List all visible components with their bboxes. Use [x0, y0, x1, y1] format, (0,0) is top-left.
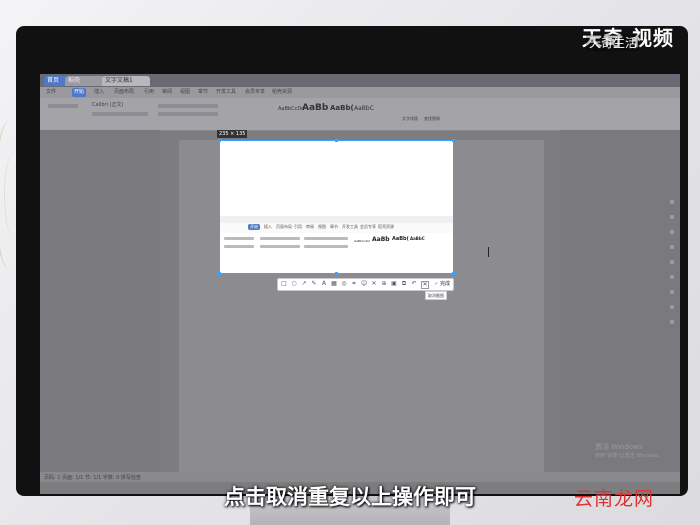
- side-tool-icon[interactable]: [670, 290, 674, 294]
- font-format-group[interactable]: [92, 112, 148, 116]
- tab-document[interactable]: 文字文稿1: [102, 76, 150, 86]
- screen: 首页 稻壳 文字文稿1 文件 开始 插入 页面布局 引用 审阅 视图 章节 开发…: [40, 74, 680, 494]
- style-heading1[interactable]: AaBb: [302, 103, 328, 113]
- mosaic-icon[interactable]: ▦: [331, 281, 337, 287]
- side-tool-icon[interactable]: [670, 245, 674, 249]
- captured-ribbon-block: [304, 245, 348, 248]
- arrow-icon[interactable]: ↗: [301, 281, 307, 287]
- selection-handle[interactable]: [335, 272, 338, 275]
- captured-menu-item: 开始: [248, 224, 260, 230]
- check-icon: ✓: [434, 281, 439, 287]
- captured-menu-item: 稻壳资源: [378, 224, 394, 229]
- blur-icon[interactable]: ◎: [341, 281, 347, 287]
- captured-menu-item: 会员专享: [360, 224, 376, 229]
- captured-menu-item: 视图: [318, 224, 326, 229]
- side-tool-icon[interactable]: [670, 215, 674, 219]
- status-text: 页码: 1 页面: 1/1 节: 1/1 字数: 0 拼写检查: [44, 475, 141, 481]
- side-tool-icon[interactable]: [670, 260, 674, 264]
- captured-menu: 开始 插入 页面布局 引用 审阅 视图 章节 开发工具 会员专享 稻壳资源: [220, 223, 453, 233]
- sticker-icon[interactable]: ☺: [361, 281, 367, 287]
- captured-menu-item: 引用: [294, 224, 302, 229]
- menu-member[interactable]: 会员专享: [245, 88, 265, 97]
- menu-section[interactable]: 章节: [198, 88, 208, 97]
- captured-ribbon-block: [260, 237, 300, 240]
- brand-sub-watermark: 天奇生活: [586, 34, 641, 51]
- text-icon[interactable]: A: [321, 281, 327, 287]
- side-tool-icon[interactable]: [670, 200, 674, 204]
- selection-handle[interactable]: [335, 139, 338, 142]
- captured-style: AaBb(: [392, 236, 409, 242]
- side-tool-icon[interactable]: [670, 230, 674, 234]
- style-heading3[interactable]: AaBbC: [354, 105, 374, 112]
- monitor: 首页 稻壳 文字文稿1 文件 开始 插入 页面布局 引用 审阅 视图 章节 开发…: [16, 26, 688, 496]
- left-gutter: [40, 130, 160, 472]
- screenshot-selection[interactable]: 开始 插入 页面布局 引用 审阅 视图 章节 开发工具 会员专享 稻壳资源 Aa…: [219, 140, 454, 274]
- menu-dev[interactable]: 开发工具: [216, 88, 236, 97]
- clipboard-group[interactable]: [48, 104, 78, 108]
- cancel-icon[interactable]: ✕: [421, 281, 429, 289]
- menu-start[interactable]: 开始: [72, 88, 87, 97]
- save-icon[interactable]: ▣: [391, 281, 397, 287]
- style-heading2[interactable]: AaBb(: [330, 104, 354, 112]
- side-tool-icon[interactable]: [670, 275, 674, 279]
- menu-view[interactable]: 视图: [180, 88, 190, 97]
- done-button[interactable]: ✓ 完成: [434, 280, 450, 288]
- captured-style: AaBb: [372, 236, 390, 243]
- captured-menu-item: 插入: [264, 224, 272, 229]
- menu-file[interactable]: 文件: [46, 88, 56, 97]
- selection-handle[interactable]: [218, 139, 221, 142]
- cross-icon[interactable]: ✕: [371, 281, 377, 287]
- selection-handle[interactable]: [452, 272, 455, 275]
- side-tool-icon[interactable]: [670, 305, 674, 309]
- copy-icon[interactable]: ⧉: [401, 281, 407, 287]
- undo-icon[interactable]: ↶: [411, 281, 417, 287]
- activate-windows-title: 激活 Windows: [595, 443, 643, 451]
- pin-icon[interactable]: ⊕: [381, 281, 387, 287]
- menu-review[interactable]: 审阅: [162, 88, 172, 97]
- style-normal[interactable]: AaBbCcDd: [278, 106, 304, 112]
- menu-docer[interactable]: 稻壳资源: [272, 88, 292, 97]
- find-replace-button[interactable]: 查找替换: [424, 116, 440, 122]
- captured-menu-item: 审阅: [306, 224, 314, 229]
- screenshot-toolbar: □ ○ ↗ ✎ A ▦ ◎ ⌗ ☺ ✕ ⊕ ▣ ⧉ ↶ ✕ ✓ 完成: [277, 278, 454, 291]
- side-toolbar: [670, 200, 676, 335]
- text-layout-button[interactable]: 文字排版: [402, 116, 418, 122]
- site-watermark: 云南龙网: [574, 488, 655, 510]
- pen-icon[interactable]: ✎: [311, 281, 317, 287]
- captured-ribbon-block: [260, 245, 300, 248]
- paragraph-group-2[interactable]: [158, 112, 218, 116]
- menu-layout[interactable]: 页面布局: [114, 88, 134, 97]
- captured-menu-item: 页面布局: [276, 224, 292, 229]
- tab-docer[interactable]: 稻壳: [65, 76, 105, 86]
- selection-size-label: 235 × 135: [217, 130, 248, 138]
- captured-menu-item: 开发工具: [342, 224, 358, 229]
- captured-ribbon-block: [224, 237, 254, 240]
- cancel-tooltip: 取消截图: [425, 291, 447, 300]
- ocr-icon[interactable]: ⌗: [351, 281, 357, 287]
- text-cursor: [488, 247, 489, 257]
- ellipse-icon[interactable]: ○: [291, 281, 297, 287]
- activate-windows-subtitle: 转到"设置"以激活 Windows。: [595, 453, 664, 459]
- paragraph-group[interactable]: [158, 104, 218, 108]
- selection-handle[interactable]: [218, 272, 221, 275]
- font-name-select[interactable]: Calibri (正文): [92, 101, 123, 108]
- done-label: 完成: [439, 281, 450, 287]
- captured-style: AaBbC: [410, 236, 425, 241]
- rect-icon[interactable]: □: [281, 281, 287, 287]
- side-tool-icon[interactable]: [670, 320, 674, 324]
- menu-insert[interactable]: 插入: [94, 88, 104, 97]
- captured-style: AaBbCcDd: [354, 239, 370, 243]
- menu-bar: 文件 开始 插入 页面布局 引用 审阅 视图 章节 开发工具 会员专享 稻壳资源: [40, 87, 680, 98]
- captured-ribbon-block: [304, 237, 348, 240]
- captured-ribbon-block: [224, 245, 254, 248]
- menu-reference[interactable]: 引用: [144, 88, 154, 97]
- ribbon: Calibri (正文) AaBbCcDd AaBb AaBb( AaBbC 文…: [40, 98, 680, 131]
- captured-menu-item: 章节: [330, 224, 338, 229]
- right-gutter: [560, 130, 680, 472]
- selection-handle[interactable]: [452, 139, 455, 142]
- title-bar: 首页 稻壳 文字文稿1: [40, 74, 680, 87]
